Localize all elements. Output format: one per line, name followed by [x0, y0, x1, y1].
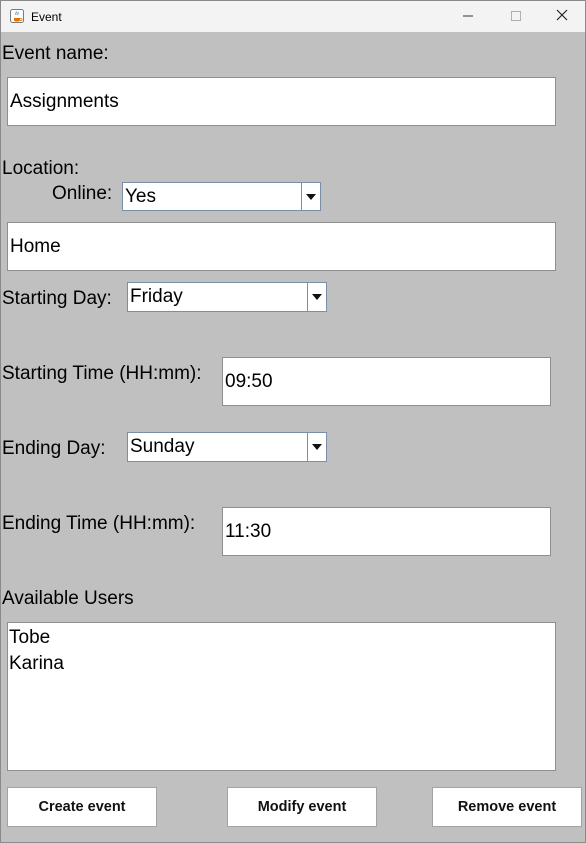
location-label: Location:: [2, 158, 80, 179]
java-icon: [10, 9, 24, 23]
event-name-label: Event name:: [2, 43, 109, 64]
ending-day-value: Sunday: [130, 436, 195, 457]
event-window: Event Event name: Assignments Location: …: [0, 0, 586, 843]
starting-day-value: Friday: [130, 286, 183, 307]
chevron-down-icon[interactable]: [301, 183, 320, 210]
available-users-label: Available Users: [2, 588, 134, 609]
chevron-down-icon[interactable]: [307, 283, 326, 311]
ending-time-value: 11:30: [225, 520, 272, 542]
starting-day-label: Starting Day:: [2, 288, 112, 309]
event-name-value: Assignments: [10, 90, 119, 112]
remove-event-button[interactable]: Remove event: [432, 787, 582, 827]
list-item[interactable]: Karina: [8, 651, 555, 677]
location-field[interactable]: Home: [7, 222, 556, 271]
minimize-icon: [463, 8, 473, 26]
starting-time-value: 09:50: [225, 370, 273, 392]
event-name-field[interactable]: Assignments: [7, 77, 556, 126]
ending-day-combobox[interactable]: Sunday: [127, 432, 327, 462]
close-button[interactable]: [539, 1, 585, 32]
list-item[interactable]: Tobe: [8, 625, 555, 651]
ending-time-label: Ending Time (HH:mm):: [2, 513, 196, 534]
available-users-list[interactable]: Tobe Karina: [7, 622, 556, 771]
online-combobox[interactable]: Yes: [122, 182, 321, 211]
chevron-down-icon[interactable]: [307, 433, 326, 461]
minimize-button[interactable]: [445, 1, 491, 32]
close-icon: [556, 8, 568, 26]
title-bar[interactable]: Event: [1, 1, 585, 32]
location-value: Home: [10, 235, 61, 257]
online-label: Online:: [52, 183, 113, 204]
window-title: Event: [31, 10, 62, 24]
maximize-icon: [511, 8, 521, 26]
online-value: Yes: [125, 185, 156, 207]
ending-time-field[interactable]: 11:30: [222, 507, 551, 556]
starting-time-field[interactable]: 09:50: [222, 357, 551, 406]
starting-day-combobox[interactable]: Friday: [127, 282, 327, 312]
modify-event-button[interactable]: Modify event: [227, 787, 377, 827]
starting-time-label: Starting Time (HH:mm):: [2, 363, 202, 384]
create-event-button[interactable]: Create event: [7, 787, 157, 827]
ending-day-label: Ending Day:: [2, 438, 106, 459]
maximize-button[interactable]: [493, 1, 539, 32]
